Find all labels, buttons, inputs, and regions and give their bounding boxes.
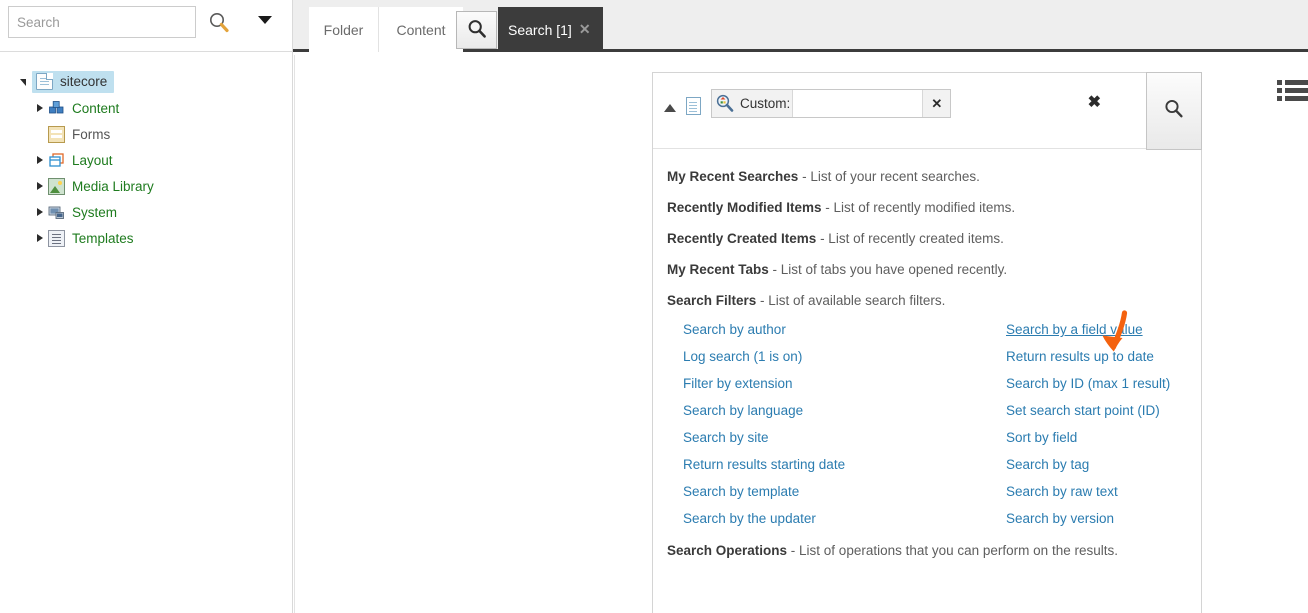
tab-content[interactable]: Content [378,7,463,52]
templates-icon [48,229,65,247]
section-title: My Recent Searches [667,169,799,184]
list-view-icon[interactable] [1277,80,1308,102]
filter-link-search-by-site[interactable]: Search by site [683,424,983,451]
filter-link-search-by-version[interactable]: Search by version [1006,505,1306,532]
layout-icon [48,152,65,169]
forms-icon [48,125,65,143]
filter-link-search-by-the-updater[interactable]: Search by the updater [683,505,983,532]
chevron-down-icon[interactable] [258,16,272,24]
section-my-recent-searches[interactable]: My Recent Searches - List of your recent… [653,161,1201,192]
tree-item-label: sitecore [60,74,108,89]
filter-link-return-results-up-to-date[interactable]: Return results up to date [1006,343,1306,370]
section-description: - List of recently created items. [816,231,1004,246]
document-icon [36,73,53,90]
tree-item-label: System [72,204,118,220]
search-filters-column-right: Search by a field value Return results u… [1006,316,1306,532]
content-left-divider [294,55,295,613]
tree-item-content[interactable]: Content [0,95,292,121]
content-tree: sitecore Content Forms Layout Media Libr… [0,52,292,613]
filter-chip-input[interactable] [792,90,923,117]
search-filters-column-left: Search by author Log search (1 is on) Fi… [683,316,983,532]
section-description: - List of your recent searches. [798,169,980,184]
search-filters-list: Search by author Log search (1 is on) Fi… [653,316,1201,535]
filter-link-search-by-a-field-value[interactable]: Search by a field value [1006,316,1306,343]
section-title: Search Filters [667,293,757,308]
tab-search-active[interactable]: Search [1] ✕ [498,7,603,52]
filter-link-sort-by-field[interactable]: Sort by field [1006,424,1306,451]
search-icon [1162,97,1186,126]
tab-label: Content [396,21,446,38]
tab-label: Search [1] [508,21,572,38]
filter-chip-label: Custom: [740,96,791,111]
expand-arrow-icon[interactable] [34,173,48,199]
system-icon [48,204,65,221]
expand-arrow-icon[interactable] [18,69,32,95]
filter-link-log-search[interactable]: Log search (1 is on) [683,343,983,370]
filter-link-search-by-language[interactable]: Search by language [683,397,983,424]
tab-label: Folder [323,21,364,38]
section-recently-created-items[interactable]: Recently Created Items - List of recentl… [653,223,1201,254]
triangle-up-icon[interactable] [664,104,676,112]
run-search-button[interactable] [1146,72,1202,150]
search-filter-chip: Custom: ✕ [711,89,952,118]
clear-all-filters-button[interactable]: ✖ [1088,95,1101,111]
tab-folder[interactable]: Folder [309,7,378,52]
tree-item-layout[interactable]: Layout [0,147,292,173]
expand-arrow-icon[interactable] [34,225,48,251]
section-description: - List of available search filters. [756,293,946,308]
expand-arrow-icon[interactable] [34,147,48,173]
section-title: Recently Modified Items [667,200,822,215]
media-image-icon [48,177,65,195]
filter-link-search-by-raw-text[interactable]: Search by raw text [1006,478,1306,505]
tab-search-toggle[interactable] [456,11,497,49]
left-panel: sitecore Content Forms [0,0,293,613]
section-title: My Recent Tabs [667,262,769,277]
filter-link-search-by-author[interactable]: Search by author [683,316,983,343]
search-panel-header: Custom: ✕ ✖ [653,72,1202,150]
filter-link-set-search-start-point[interactable]: Set search start point (ID) [1006,397,1306,424]
search-filter-icon [712,90,738,117]
document-icon[interactable] [686,97,701,115]
search-icon [466,18,488,43]
tree-item-system[interactable]: System [0,199,292,225]
section-title: Recently Created Items [667,231,817,246]
section-description: - List of tabs you have opened recently. [768,262,1008,277]
filter-link-search-by-id[interactable]: Search by ID (max 1 result) [1006,370,1306,397]
section-recently-modified-items[interactable]: Recently Modified Items - List of recent… [653,192,1201,223]
filter-link-search-by-template[interactable]: Search by template [683,478,983,505]
tab-bar: Folder Content Search [1] ✕ [293,0,1308,52]
close-icon[interactable]: ✕ [579,21,591,38]
section-my-recent-tabs[interactable]: My Recent Tabs - List of tabs you have o… [653,254,1201,285]
content-cubes-icon [48,100,65,117]
filter-link-filter-by-extension[interactable]: Filter by extension [683,370,983,397]
tree-item-label: Content [72,100,120,116]
tree-item-media-library[interactable]: Media Library [0,173,292,199]
remove-filter-icon[interactable]: ✕ [922,90,951,117]
tree-item-sitecore[interactable]: sitecore [0,69,292,95]
tree-item-templates[interactable]: Templates [0,225,292,251]
search-input[interactable] [8,6,196,38]
expand-arrow-icon[interactable] [34,95,48,121]
tree-item-label: Media Library [72,178,154,194]
tree-item-label: Layout [72,152,113,168]
content-area: Custom: ✕ ✖ My Recent Searches - List of… [294,55,1308,613]
section-description: - List of operations that you can perfor… [787,543,1118,558]
section-search-operations[interactable]: Search Operations - List of operations t… [653,535,1201,566]
search-panel-body: My Recent Searches - List of your recent… [653,149,1201,566]
left-search-bar [0,0,292,44]
tree-item-forms[interactable]: Forms [0,121,292,147]
sitecore-content-editor-window: sitecore Content Forms [0,0,1308,613]
filter-link-return-results-starting-date[interactable]: Return results starting date [683,451,983,478]
section-search-filters[interactable]: Search Filters - List of available searc… [653,285,1201,316]
tree-item-label: Templates [72,230,134,246]
search-panel: Custom: ✕ ✖ My Recent Searches - List of… [652,72,1202,613]
tree-item-label: Forms [72,126,111,142]
search-icon[interactable] [207,11,231,35]
filter-link-search-by-tag[interactable]: Search by tag [1006,451,1306,478]
expand-arrow-icon[interactable] [34,199,48,225]
section-title: Search Operations [667,543,788,558]
section-description: - List of recently modified items. [821,200,1016,215]
